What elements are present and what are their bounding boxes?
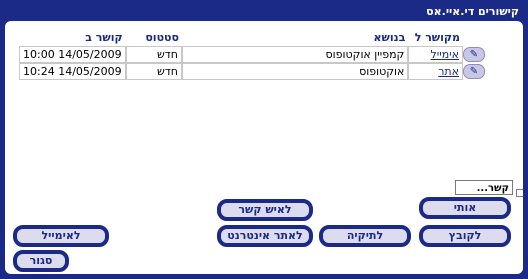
row-edit-cell[interactable]: ✎: [463, 63, 485, 80]
header-subject: בנושא: [373, 31, 406, 44]
edit-pen-icon[interactable]: ✎: [463, 64, 485, 80]
window-title: קישורים די.איי.אס: [426, 5, 519, 18]
linked-to-link[interactable]: אימייל: [431, 48, 459, 61]
links-table: מקושר ל בנושא סטטוס קושר ב ✎ אימייל קמפי…: [19, 29, 485, 80]
contact-checkbox[interactable]: [516, 189, 523, 197]
to-file-button[interactable]: לקובץ: [419, 225, 511, 247]
to-contact-button[interactable]: לאיש קשר: [217, 199, 313, 221]
header-icon-spacer: [463, 29, 485, 46]
cell-linked-at: 10:00 14/05/2009: [19, 46, 126, 63]
table-row: ✎ אתר אוקטופוס חדש 10:24 14/05/2009: [19, 63, 485, 80]
contact-field[interactable]: קשר...: [455, 180, 513, 195]
linked-to-link[interactable]: אתר: [438, 65, 459, 78]
cell-status: חדש: [125, 46, 182, 63]
table-row: ✎ אימייל קמפיין אוקטופוס חדש 10:00 14/05…: [19, 46, 485, 63]
cell-linked-to[interactable]: אימייל: [408, 46, 463, 63]
cell-linked-at: 10:24 14/05/2009: [19, 63, 126, 80]
to-website-button[interactable]: לאתר אינטרנט: [217, 225, 313, 247]
edit-pen-icon[interactable]: ✎: [463, 47, 485, 63]
close-button[interactable]: סגור: [13, 250, 69, 272]
table-header-row: מקושר ל בנושא סטטוס קושר ב: [19, 29, 485, 46]
row-edit-cell[interactable]: ✎: [463, 46, 485, 63]
dialog-window: קישורים די.איי.אס מקושר ל בנושא סטטוס קו…: [0, 0, 528, 279]
header-linked-to: מקושר ל: [414, 31, 460, 44]
content-panel: מקושר ל בנושא סטטוס קושר ב ✎ אימייל קמפי…: [5, 21, 523, 274]
cell-subject: אוקטופוס: [182, 63, 409, 80]
cell-linked-to[interactable]: אתר: [408, 63, 463, 80]
cell-subject: קמפיין אוקטופוס: [182, 46, 409, 63]
header-status: סטטוס: [145, 31, 179, 44]
me-button[interactable]: אותי: [419, 197, 511, 219]
to-folder-button[interactable]: לתיקיה: [319, 225, 411, 247]
to-email-button[interactable]: לאימייל: [13, 225, 109, 247]
header-linked-at: קושר ב: [85, 31, 123, 44]
cell-status: חדש: [125, 63, 182, 80]
